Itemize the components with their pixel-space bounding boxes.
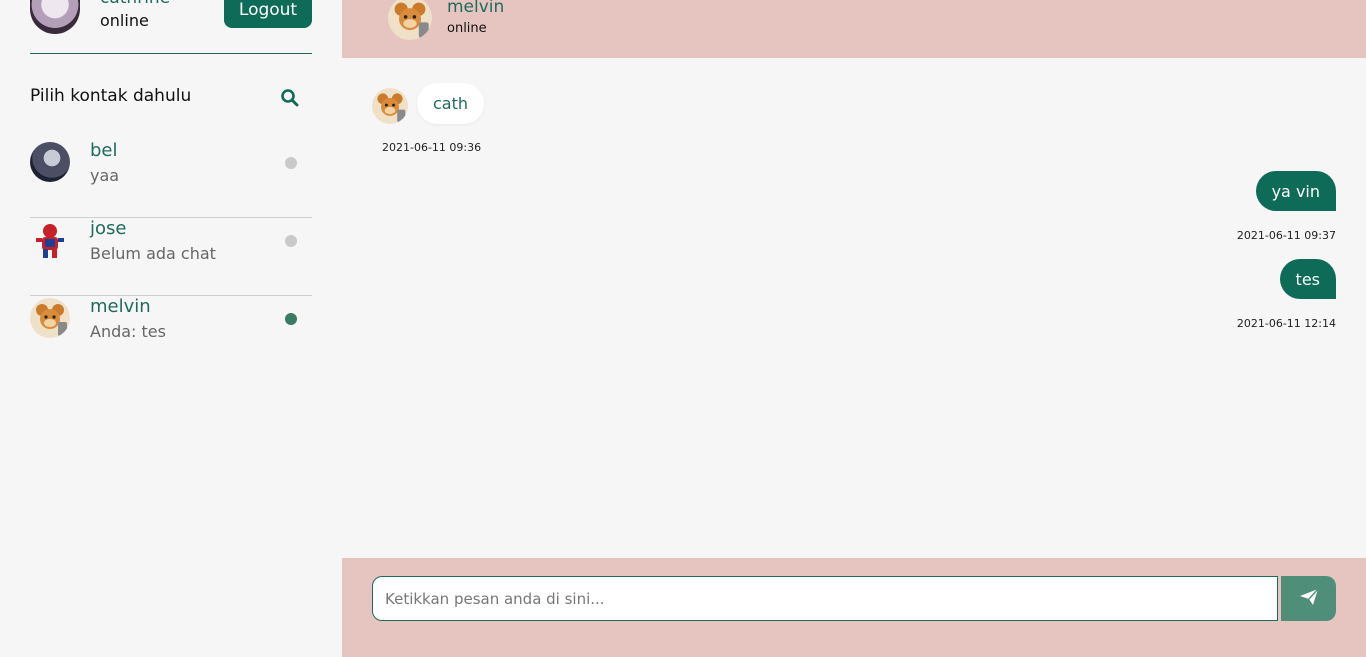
avatar: [30, 0, 80, 34]
logout-button[interactable]: Logout: [224, 0, 312, 28]
message-timestamp: 2021-06-11 09:36: [382, 141, 482, 154]
message-bubble-outgoing: tes: [1279, 259, 1336, 299]
contact-item-jose[interactable]: jose Belum ada chat: [30, 218, 312, 296]
chat-contact-name: melvin: [447, 0, 505, 17]
avatar: [30, 220, 70, 260]
message-input[interactable]: [372, 576, 1278, 621]
contact-name: melvin: [90, 296, 151, 317]
message-list: cath 2021-06-11 09:36 ya vin 2021-06-11 …: [342, 58, 1366, 558]
message-bubble-outgoing: ya vin: [1255, 171, 1336, 211]
current-user: cathrine online Logout: [30, 0, 312, 54]
contacts-title: Pilih kontak dahulu: [30, 86, 192, 106]
contact-last-message: Anda: tes: [90, 322, 166, 341]
search-icon[interactable]: [280, 88, 300, 108]
avatar: [388, 0, 432, 40]
send-icon: [1299, 588, 1319, 610]
message-composer: [342, 558, 1366, 657]
contact-last-message: yaa: [90, 166, 120, 185]
status-dot: [285, 313, 297, 325]
status-dot: [285, 235, 297, 247]
current-user-status: online: [100, 11, 149, 30]
contact-item-melvin[interactable]: melvin Anda: tes: [30, 296, 312, 374]
avatar: [30, 142, 70, 182]
message-timestamp: 2021-06-11 09:37: [1236, 229, 1336, 242]
avatar: [30, 298, 70, 338]
avatar: [372, 88, 408, 124]
contact-item-bel[interactable]: bel yaa: [30, 140, 312, 218]
send-button[interactable]: [1281, 576, 1336, 621]
message-timestamp: 2021-06-11 12:14: [1236, 317, 1336, 330]
contact-name: bel: [90, 140, 118, 161]
chat-header: melvin online: [342, 0, 1366, 58]
contacts-header: Pilih kontak dahulu: [30, 86, 312, 110]
contact-name: jose: [90, 218, 127, 239]
sidebar: cathrine online Logout Pilih kontak dahu…: [0, 0, 342, 657]
status-dot: [285, 157, 297, 169]
chat-contact-status: online: [447, 21, 487, 36]
message-bubble-incoming: cath: [417, 83, 485, 124]
current-user-name: cathrine: [100, 0, 170, 8]
contact-last-message: Belum ada chat: [90, 244, 216, 263]
